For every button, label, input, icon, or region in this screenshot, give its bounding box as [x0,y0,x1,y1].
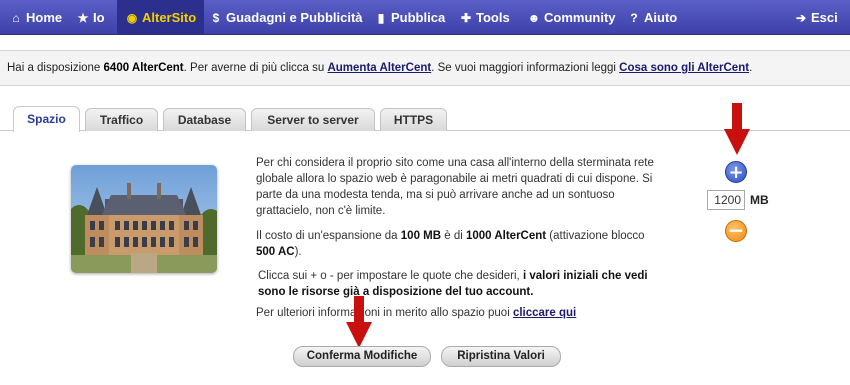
cosa-sono-altercent-link[interactable]: Cosa sono gli AlterCent [619,62,749,74]
castle-image [71,165,217,273]
altercent-amount: 6400 AlterCent [103,62,184,74]
more-info-text: Per ulteriori informazioni in merito all… [256,307,513,319]
nav-tools[interactable]: ✚ Tools [459,0,510,35]
star-icon: ★ [77,11,89,25]
tab-spazio[interactable]: Spazio [13,106,80,132]
tab-traffico[interactable]: Traffico [85,108,158,131]
nav-pubblica[interactable]: ▮ Pubblica [374,0,446,35]
nav-altersito[interactable]: ◉ AlterSito [117,0,205,35]
info-prefix: Hai a disposizione [7,62,104,74]
quota-unit: MB [750,193,769,207]
nav-esci[interactable]: ➔ Esci [794,0,838,35]
cliccare-qui-link[interactable]: cliccare qui [513,307,576,319]
cost-text-a: Il costo di un'espansione da [256,230,401,242]
info-middle2: . Se vuoi maggiori informazioni leggi [431,62,620,74]
increase-quota-button[interactable]: + [725,161,747,183]
nav-aiuto-label: Aiuto [644,10,678,25]
cost-text-e: (attivazione blocco [546,230,645,242]
cost-size: 100 MB [400,230,442,242]
nav-io-label: Io [93,10,105,25]
target-icon: ◉ [126,11,138,25]
nav-home[interactable]: ⌂ Home [9,0,62,35]
arrow-down-icon [346,296,372,348]
nav-esci-label: Esci [811,10,838,25]
description-paragraph-4: Per ulteriori informazioni in merito all… [256,305,676,321]
activation-cost: 500 AC [256,246,295,258]
cost-price: 1000 AlterCent [466,230,547,242]
confirm-changes-button[interactable]: Conferma Modifiche [293,346,431,367]
cost-text-c: è di [441,230,466,242]
reset-values-button[interactable]: Ripristina Valori [441,346,561,367]
cost-text-g: ). [294,246,302,258]
nav-community[interactable]: ☻ Community [527,0,616,35]
tab-https[interactable]: HTTPS [380,108,447,131]
nav-guadagni[interactable]: $ Guadagni e Pubblicità [209,0,363,35]
decrease-quota-button[interactable]: − [725,220,747,242]
nav-home-label: Home [26,10,63,25]
nav-guadagni-label: Guadagni e Pubblicità [226,10,363,25]
description-paragraph-2: Il costo di un'espansione da 100 MB è di… [256,228,656,260]
dollar-icon: $ [212,11,220,25]
users-icon: ☻ [527,11,541,25]
arrow-down-icon [724,103,750,155]
question-icon: ? [630,11,638,25]
info-middle: . Per averne di più clicca su [183,62,328,74]
altercent-info-bar: Hai a disposizione 6400 AlterCent. Per a… [0,50,850,86]
exit-icon: ➔ [795,11,807,25]
nav-tools-label: Tools [476,10,510,25]
top-navigation: ⌂ Home ★ Io ◉ AlterSito $ Guadagni e Pubblic… [0,0,850,35]
instructions-text: Clicca sui + o - per impostare le quote … [258,270,523,282]
document-icon: ▮ [377,11,385,25]
resource-tabs: Spazio Traffico Database Server to serve… [0,106,850,132]
nav-aiuto[interactable]: ? Aiuto [627,0,677,35]
tab-database[interactable]: Database [163,108,246,131]
tab-server-to-server[interactable]: Server to server [251,108,375,131]
home-icon: ⌂ [12,11,20,25]
info-suffix: . [749,62,753,74]
description-paragraph-3: Clicca sui + o - per impostare le quote … [258,268,658,300]
description-paragraph-1: Per chi considera il proprio sito come u… [256,157,654,217]
aumenta-altercent-link[interactable]: Aumenta AlterCent [327,62,431,74]
nav-altersito-label: AlterSito [142,10,197,25]
nav-community-label: Community [544,10,616,25]
wrench-icon: ✚ [460,11,472,25]
quota-input[interactable] [707,190,745,210]
nav-pubblica-label: Pubblica [391,10,446,25]
nav-io[interactable]: ★ Io [76,0,105,35]
